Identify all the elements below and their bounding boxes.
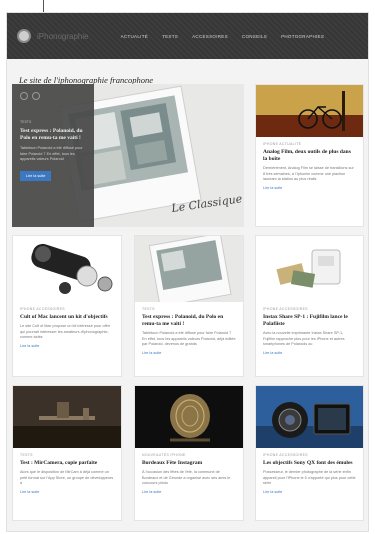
article-card[interactable]: iPhone accessoires Les objectifs Sony QX… (255, 385, 364, 521)
article-thumbnail (13, 386, 121, 448)
slider-dots (20, 92, 40, 100)
article-title[interactable]: Instax Share SP-1 : Fujifilm lance le Po… (263, 314, 356, 328)
article-card[interactable]: Tests Test : MirCamera, copie parfaite A… (12, 385, 122, 521)
navbar: iPhonographie Actualité Tests Accessoire… (7, 13, 368, 59)
article-category: Tests (20, 453, 33, 457)
nav-item-conseils[interactable]: Conseils (242, 34, 267, 39)
site-name[interactable]: iPhonographie (37, 32, 89, 41)
article-thumbnail (256, 386, 363, 448)
hero-read-more-button[interactable]: Lire la suite (20, 170, 52, 181)
logo-icon[interactable] (17, 29, 31, 43)
article-category: iPhone accessoires (263, 307, 308, 311)
nav-item-tests[interactable]: Tests (162, 34, 178, 39)
article-card[interactable]: Nouveautés iPhone Bordeaux Fête Instagra… (134, 385, 244, 521)
article-excerpt: À l'occasion des fêtes de l'été, la comm… (142, 470, 231, 486)
article-title[interactable]: Test express : Polanoid, du Polo en remu… (142, 314, 236, 328)
article-card[interactable]: Tests Test express : Polanoid, du Polo e… (134, 235, 244, 377)
article-card[interactable]: iPhone accessoires Cult of Mac lancent u… (12, 235, 122, 377)
nav-menu: Actualité Tests Accessoires Conseils Pho… (121, 34, 325, 39)
article-thumbnail (256, 85, 363, 137)
article-category: iPhone accessoires (20, 307, 65, 311)
read-more-link[interactable]: Lire la suite (263, 490, 356, 494)
article-card[interactable]: iPhone accessoires Instax Share SP-1 : F… (255, 235, 364, 377)
read-more-link[interactable]: Lire la suite (142, 490, 236, 494)
article-category: iPhone Actualité (263, 142, 302, 146)
article-excerpt: Alors que le disposition de MirCam à déj… (20, 470, 114, 486)
article-thumbnail (135, 386, 243, 448)
read-more-link[interactable]: Lire la suite (263, 351, 356, 355)
read-more-link[interactable]: Lire la suite (20, 344, 114, 348)
article-title[interactable]: Analog Film, deux outils de plus dans la… (263, 149, 356, 163)
hero-category: Tests (20, 120, 32, 124)
article-card[interactable]: iPhone Actualité Analog Film, deux outil… (255, 84, 364, 227)
nav-item-photographies[interactable]: Photographies (281, 34, 324, 39)
read-more-link[interactable]: Lire la suite (20, 490, 114, 494)
article-excerpt: Avec la nouvelle imprimante Instax Share… (263, 331, 345, 347)
slider-dot-2[interactable] (32, 92, 40, 100)
slider-dot-1[interactable] (20, 92, 28, 100)
hero-slider[interactable]: Le Classique Tests Test express : Polano… (12, 84, 244, 227)
nav-item-actualite[interactable]: Actualité (121, 34, 148, 39)
article-title[interactable]: Les objectifs Sony QX font des émules (263, 460, 356, 467)
article-thumbnail (13, 236, 121, 302)
article-thumbnail (256, 236, 363, 302)
article-excerpt: Tabletoun Polanoid a été diffusé pour fa… (142, 331, 236, 347)
article-category: Tests (142, 307, 155, 311)
article-title[interactable]: Cult of Mac lancent un kit d'objectifs (20, 314, 114, 321)
hero-excerpt: Tabletoun Polanoid a été diffusé pour fa… (20, 146, 83, 162)
read-more-link[interactable]: Lire la suite (142, 351, 236, 355)
article-category: iPhone accessoires (263, 453, 308, 457)
article-title[interactable]: Test : MirCamera, copie parfaite (20, 460, 114, 467)
hero-overlay: Tests Test express : Polanoid, du Polo e… (12, 84, 94, 227)
article-excerpt: Possesseur, le dernier photographe de la… (263, 470, 356, 486)
read-more-link[interactable]: Lire la suite (263, 186, 356, 190)
article-excerpt: Le site Cult of Mac propose un kit intér… (20, 324, 111, 340)
article-excerpt: Dernièrement, Analog Film se laisse de t… (263, 166, 354, 182)
article-category: Nouveautés iPhone (142, 453, 186, 457)
article-thumbnail (135, 236, 243, 302)
article-title[interactable]: Bordeaux Fête Instagram (142, 460, 236, 467)
nav-item-accessoires[interactable]: Accessoires (192, 34, 228, 39)
hero-title[interactable]: Test express : Polanoid, du Polo en remu… (20, 128, 86, 142)
